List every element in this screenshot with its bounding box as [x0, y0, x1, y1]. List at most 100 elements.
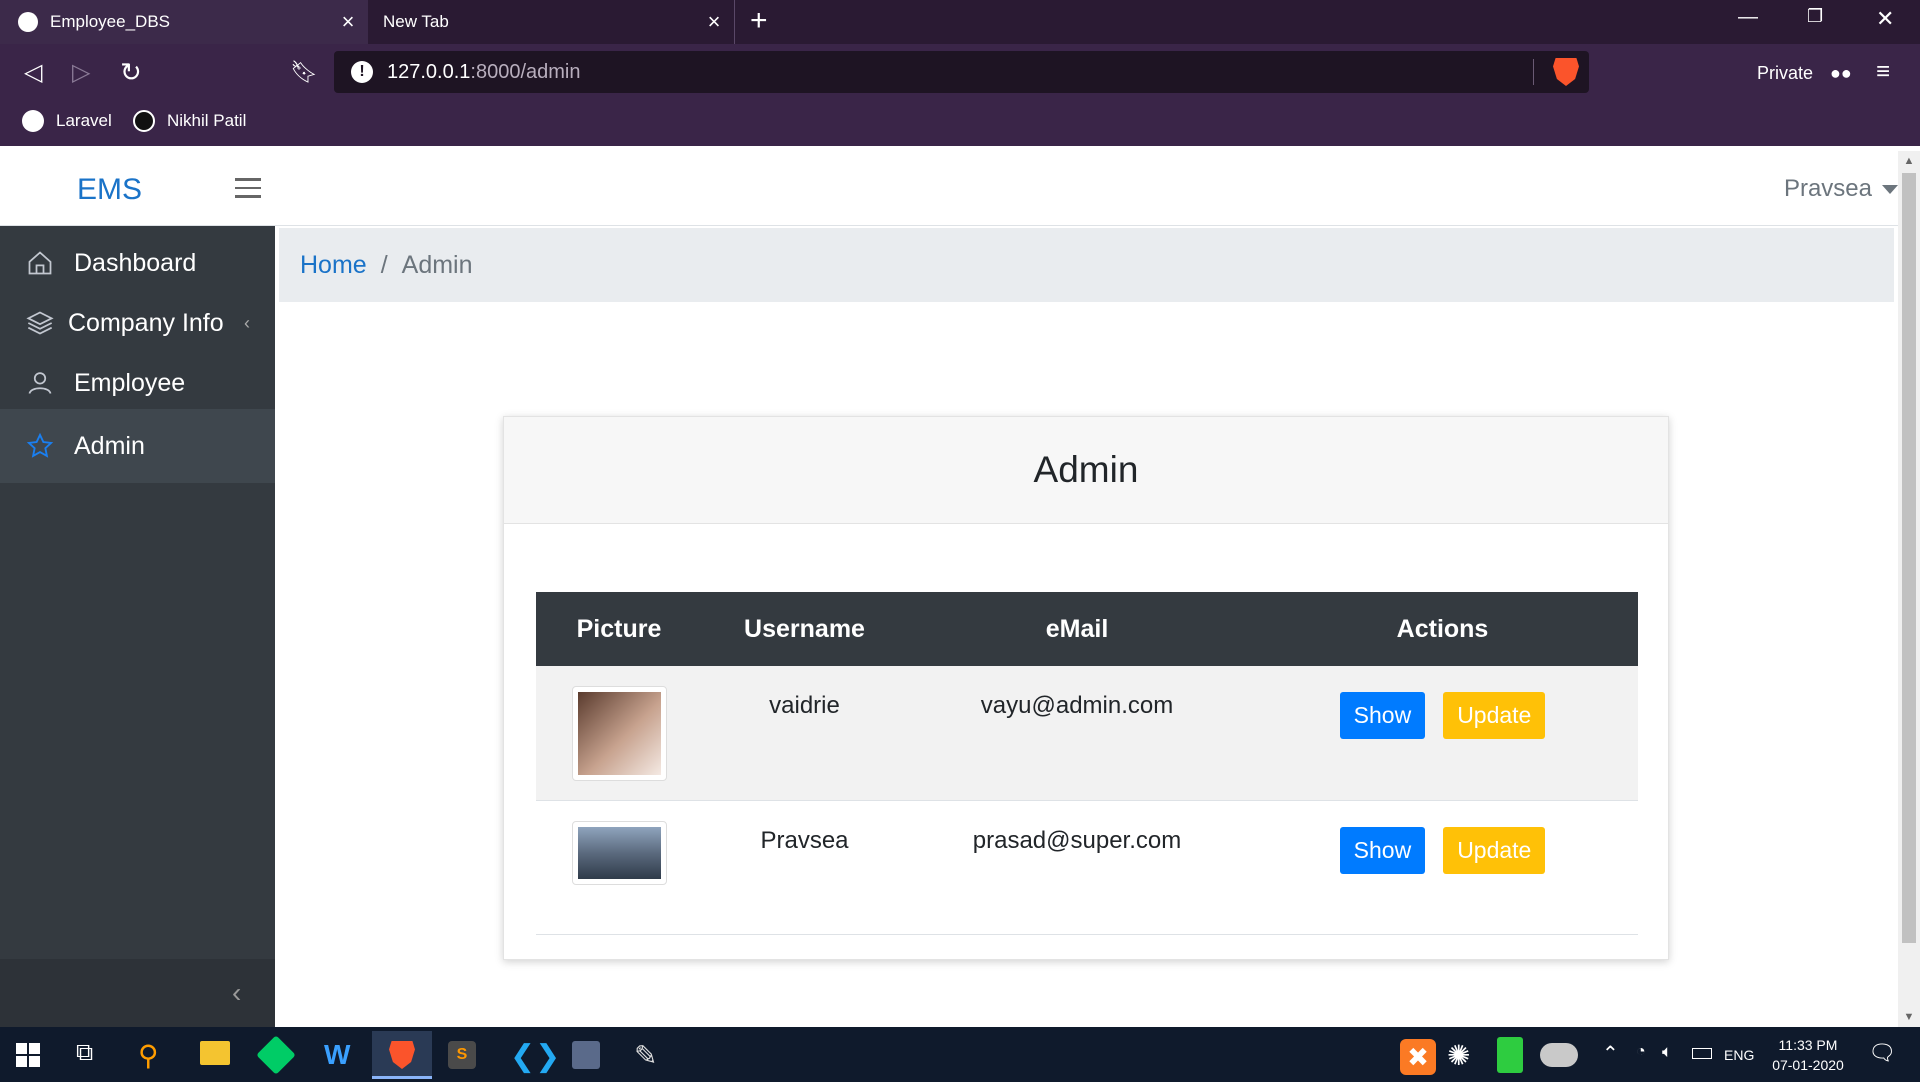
brave-shield-icon[interactable]	[1553, 58, 1579, 86]
username-cell: vaidrie	[769, 692, 840, 719]
column-header-actions: Actions	[1247, 592, 1638, 666]
tab-title: Employee_DBS	[50, 12, 171, 31]
forward-icon[interactable]: ▷	[72, 61, 90, 85]
bookmark-laravel[interactable]: Laravel	[22, 110, 112, 132]
back-icon[interactable]: ◁	[24, 61, 42, 85]
username-cell: Pravsea	[760, 826, 849, 854]
scroll-up-icon[interactable]: ▲	[1898, 155, 1920, 167]
private-label: Private	[1757, 63, 1814, 83]
globe-icon	[18, 12, 38, 32]
task-view-icon[interactable]: ⧉	[76, 1039, 108, 1071]
search-icon[interactable]: ⚲	[138, 1039, 170, 1071]
cloud-icon[interactable]	[1540, 1043, 1578, 1067]
green-pipe-icon[interactable]	[1497, 1037, 1523, 1073]
xampp-tray-icon[interactable]: ✖	[1400, 1039, 1436, 1075]
brave-browser-icon[interactable]	[372, 1031, 432, 1079]
sidebar-item-admin[interactable]: Admin	[0, 409, 275, 483]
new-tab-icon[interactable]: +	[750, 6, 768, 36]
windows-taskbar: ⧉ ⚲ W S ❮❯ ✎ ✖ ✺ ⌃ ◔ 🔈︎ ENG 11:33 PM 07-…	[0, 1027, 1920, 1082]
brand-logo[interactable]: EMS	[77, 173, 142, 207]
paint-icon[interactable]: ✎	[634, 1039, 666, 1071]
chevron-left-icon: ‹	[244, 312, 250, 333]
card-title: Admin	[504, 417, 1668, 524]
actions-cell: Show Update	[1247, 800, 1638, 934]
scroll-thumb[interactable]	[1902, 173, 1916, 943]
show-button[interactable]: Show	[1339, 692, 1426, 739]
breadcrumb-home[interactable]: Home	[300, 251, 367, 280]
url-path: :8000/admin	[470, 60, 581, 83]
clock-date: 07-01-2020	[1772, 1057, 1844, 1073]
picture-cell	[536, 800, 702, 934]
sidebar-item-label: Company Info	[68, 308, 224, 337]
picture-cell	[536, 666, 702, 800]
sidebar-item-label: Admin	[74, 431, 145, 460]
user-dropdown[interactable]: Pravsea	[1784, 175, 1898, 203]
update-button[interactable]: Update	[1443, 692, 1546, 739]
caret-down-icon	[1882, 185, 1898, 195]
restore-icon[interactable]: ❐	[1807, 6, 1823, 27]
scroll-down-icon[interactable]: ▼	[1898, 1011, 1920, 1023]
wifi-icon[interactable]: ◔	[1636, 1043, 1646, 1061]
xampp-app-icon[interactable]	[572, 1041, 600, 1069]
avatar	[571, 686, 667, 781]
column-header-picture: Picture	[536, 592, 702, 666]
bookmark-icon[interactable]: 🔖︎	[290, 60, 318, 84]
table-row: vaidrie vayu@admin.com Show Update	[536, 666, 1638, 800]
layers-icon	[26, 311, 54, 335]
private-glasses-icon: ●●	[1830, 63, 1852, 83]
breadcrumb-current: Admin	[401, 250, 473, 279]
url-divider	[1533, 59, 1534, 85]
page-scrollbar[interactable]: ▲ ▼	[1898, 151, 1920, 1027]
address-bar[interactable]: ! 127.0.0.1:8000/admin	[334, 51, 1589, 93]
private-indicator: Private ●●	[1757, 63, 1852, 84]
tab-employee-dbs[interactable]: Employee_DBS ×	[0, 0, 368, 44]
top-navbar: EMS Pravsea	[0, 151, 1898, 226]
collapse-sidebar-icon[interactable]: ‹	[232, 977, 241, 1009]
github-icon	[133, 110, 155, 132]
clock-time: 11:33 PM	[1778, 1037, 1838, 1053]
battery-icon[interactable]	[1692, 1048, 1712, 1059]
clock[interactable]: 11:33 PM 07-01-2020	[1768, 1035, 1848, 1075]
close-tab-icon[interactable]: ×	[694, 9, 734, 35]
sidebar-item-label: Employee	[74, 368, 186, 397]
column-header-email: eMail	[907, 592, 1247, 666]
minimize-icon[interactable]: —	[1738, 6, 1758, 29]
reload-icon[interactable]: ↻	[120, 59, 142, 85]
show-hidden-icons-icon[interactable]: ⌃	[1602, 1041, 1619, 1066]
email-cell: prasad@super.com	[972, 826, 1182, 854]
windows-start-icon[interactable]	[16, 1043, 40, 1067]
tab-new-tab[interactable]: New Tab ×	[368, 0, 735, 44]
update-button[interactable]: Update	[1443, 826, 1546, 874]
actions-cell: Show Update	[1247, 666, 1638, 800]
breadcrumb-separator: /	[380, 250, 388, 279]
admin-table: Picture Username eMail Actions vaidrie v…	[536, 592, 1638, 935]
table-row: Pravsea prasad@super.com Show Update	[536, 800, 1638, 934]
bookmark-label: Nikhil Patil	[167, 111, 247, 130]
network-graph-icon[interactable]: ✺	[1447, 1039, 1479, 1071]
show-button[interactable]: Show	[1339, 826, 1426, 874]
vscode-icon[interactable]: ❮❯	[510, 1039, 560, 1073]
sidebar-footer: ‹	[0, 959, 275, 1027]
language-indicator[interactable]: ENG	[1724, 1047, 1754, 1063]
menu-icon[interactable]: ≡	[1876, 60, 1890, 84]
url-host: 127.0.0.1	[387, 60, 471, 83]
globe-icon	[22, 110, 44, 132]
avatar	[571, 820, 667, 885]
site-info-icon[interactable]: !	[351, 61, 373, 83]
sublime-text-icon[interactable]: S	[448, 1041, 476, 1069]
email-cell: vayu@admin.com	[980, 692, 1174, 719]
hamburger-icon[interactable]	[235, 178, 261, 198]
browser-toolbar: ◁ ▷ ↻ 🔖︎ ! 127.0.0.1:8000/admin Private …	[0, 44, 1920, 146]
window-close-icon[interactable]: ✕	[1876, 6, 1894, 32]
user-name: Pravsea	[1783, 175, 1872, 202]
wing-ide-icon[interactable]: W	[324, 1039, 356, 1071]
file-explorer-icon[interactable]	[200, 1041, 230, 1065]
tab-title: New Tab	[383, 12, 449, 31]
close-tab-icon[interactable]: ×	[328, 9, 368, 35]
notifications-icon[interactable]: 🗨︎	[1868, 1040, 1896, 1066]
git-kraken-icon[interactable]	[256, 1035, 296, 1075]
sidebar: Dashboard Company Info ‹ Employee Admin …	[0, 226, 275, 1027]
main-content: Home / Admin Admin Picture Username eMai…	[275, 226, 1898, 1027]
bookmark-nikhil-patil[interactable]: Nikhil Patil	[133, 110, 246, 132]
volume-icon[interactable]: 🔈︎	[1662, 1042, 1672, 1062]
